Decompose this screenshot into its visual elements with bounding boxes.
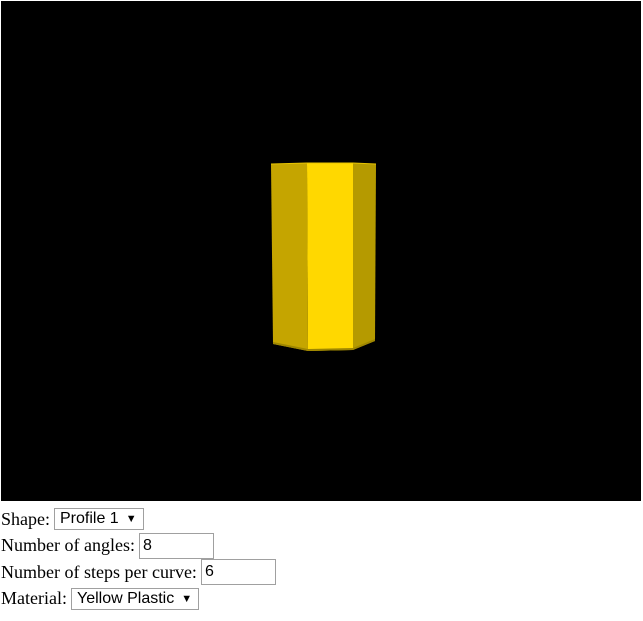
- material-row: Material: Yellow Plastic ▼: [1, 586, 276, 613]
- shape-row: Shape: Profile 1 ▼: [1, 506, 276, 533]
- angles-input[interactable]: 8: [138, 532, 214, 559]
- controls-panel: Shape: Profile 1 ▼ Number of angles: 8 N…: [1, 506, 276, 612]
- shape-label: Shape:: [1, 508, 50, 529]
- material-select[interactable]: Yellow Plastic ▼: [70, 587, 200, 610]
- scene-canvas[interactable]: [1, 1, 641, 501]
- angles-label: Number of angles:: [1, 535, 135, 556]
- prism-right-face: [353, 163, 376, 350]
- shape-select[interactable]: Profile 1 ▼: [54, 508, 144, 531]
- steps-label: Number of steps per curve:: [1, 561, 197, 582]
- material-select-value: Yellow Plastic: [76, 589, 175, 607]
- steps-input[interactable]: 6: [200, 559, 276, 586]
- prism-front-face: [307, 163, 353, 351]
- chevron-down-icon: ▼: [125, 513, 137, 526]
- shape-select-value: Profile 1: [60, 510, 119, 528]
- render-viewport[interactable]: [1, 1, 641, 501]
- prism-left-face: [271, 163, 308, 351]
- steps-row: Number of steps per curve: 6: [1, 559, 276, 586]
- material-label: Material:: [1, 588, 67, 609]
- chevron-down-icon: ▼: [181, 592, 193, 605]
- angles-row: Number of angles: 8: [1, 532, 276, 560]
